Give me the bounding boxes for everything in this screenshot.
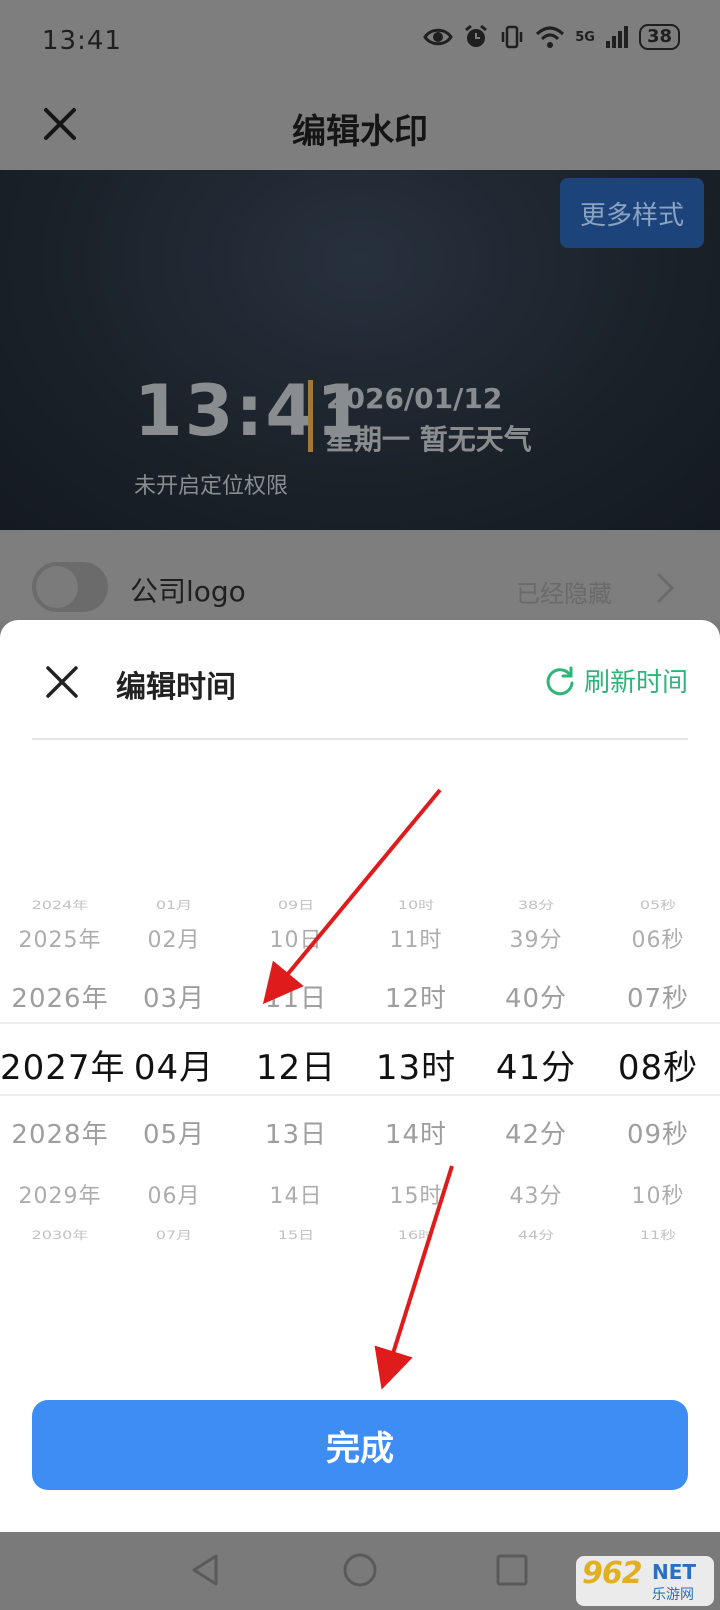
network-type: 5G [575,29,595,45]
chevron-right-icon [656,572,675,604]
picker-item[interactable]: 43分 [476,1178,596,1210]
picker-item[interactable]: 2029年 [0,1178,120,1210]
toggle-knob [36,566,78,608]
picker-item[interactable]: 11时 [356,922,476,954]
picker-item-selected[interactable]: 2027年 [0,1040,125,1089]
company-logo-toggle[interactable] [32,562,108,612]
picker-item[interactable]: 10日 [236,922,356,954]
picker-item[interactable]: 15时 [356,1178,476,1210]
sheet-divider [32,738,688,740]
picker-item[interactable]: 09日 [236,896,356,913]
refresh-icon [546,666,574,695]
picker-item[interactable]: 2025年 [0,922,120,954]
picker-item[interactable]: 14日 [236,1178,356,1210]
picker-item[interactable]: 44分 [476,1226,596,1243]
watermark-date: 2026/01/12 [326,382,503,415]
picker-item[interactable]: 11秒 [598,1226,718,1243]
navigation-bar: 962 NET 乐游网 [0,1532,720,1610]
watermark-day-weather: 星期一 暂无天气 [326,423,532,456]
home-icon[interactable] [340,1550,380,1590]
picker-item-selected[interactable]: 41分 [476,1040,596,1089]
picker-item[interactable]: 05月 [114,1114,234,1151]
back-icon[interactable] [186,1550,226,1590]
picker-item[interactable]: 16时 [356,1226,476,1243]
picker-item[interactable]: 2030年 [0,1226,120,1243]
datetime-picker[interactable]: 2024年 2025年 2026年 2027年 2028年 2029年 2030… [0,890,720,1250]
close-icon[interactable] [42,662,82,702]
recents-icon[interactable] [492,1550,532,1590]
company-logo-status: 已经隐藏 [516,580,612,608]
wifi-icon [536,26,565,48]
picker-item[interactable]: 06月 [114,1178,234,1210]
picker-item[interactable]: 13日 [236,1114,356,1151]
picker-item[interactable]: 11日 [236,978,356,1015]
picker-item[interactable]: 10时 [356,896,476,913]
picker-item[interactable]: 06秒 [598,922,718,954]
picker-item[interactable]: 10秒 [598,1178,718,1210]
signal-icon [605,26,628,48]
selection-line-bottom [0,1094,720,1096]
picker-item[interactable]: 15日 [236,1226,356,1243]
status-time: 13:41 [42,26,122,56]
vibrate-icon [501,25,523,49]
watermark-divider [308,380,313,452]
page-title: 编辑水印 [292,112,428,152]
picker-item[interactable]: 40分 [476,978,596,1015]
watermark-location: 未开启定位权限 [134,474,289,499]
picker-item[interactable]: 2024年 [0,896,120,913]
alarm-icon [465,24,488,47]
picker-item[interactable]: 07月 [114,1226,234,1243]
picker-item[interactable]: 2026年 [0,978,120,1015]
picker-item-selected[interactable]: 04月 [114,1040,234,1089]
site-watermark-logo: 962 NET 乐游网 [576,1556,714,1606]
edit-time-sheet: 编辑时间 刷新时间 2024年 2025年 2026年 2027年 2028年 … [0,620,720,1532]
status-bar: 13:41 5G 38 [0,0,720,84]
picker-item[interactable]: 05秒 [598,896,718,913]
battery-indicator: 38 [638,24,680,50]
picker-item-selected[interactable]: 12日 [236,1040,356,1089]
picker-item[interactable]: 03月 [114,978,234,1015]
watermark-logo-sub: 乐游网 [652,1587,694,1603]
selection-line-top [0,1022,720,1024]
picker-item[interactable]: 39分 [476,922,596,954]
picker-item[interactable]: 09秒 [598,1114,718,1151]
picker-item[interactable]: 12时 [356,978,476,1015]
sheet-title: 编辑时间 [116,670,236,705]
company-logo-row[interactable]: 公司logo 已经隐藏 [0,530,720,620]
picker-item[interactable]: 38分 [476,896,596,913]
picker-item-selected[interactable]: 08秒 [598,1040,718,1089]
picker-item[interactable]: 14时 [356,1114,476,1151]
eye-icon [423,28,454,46]
picker-item[interactable]: 2028年 [0,1114,120,1151]
status-icons: 5G 38 [423,24,680,50]
title-bar: 编辑水印 [0,84,720,170]
refresh-time-button[interactable]: 刷新时间 [544,662,688,699]
refresh-time-label: 刷新时间 [583,668,688,698]
picker-item[interactable]: 42分 [476,1114,596,1151]
watermark-logo-number: 962 [582,1556,643,1591]
more-styles-button[interactable]: 更多样式 [560,178,704,248]
picker-item[interactable]: 07秒 [598,978,718,1015]
picker-item-selected[interactable]: 13时 [356,1040,476,1089]
picker-item[interactable]: 01月 [114,896,234,913]
done-button[interactable]: 完成 [32,1400,688,1490]
watermark-logo-suffix: NET [652,1560,697,1584]
watermark-preview: 更多样式 13:41 2026/01/12 星期一 暂无天气 未开启定位权限 [0,170,720,530]
company-logo-label: 公司logo [130,575,246,608]
picker-item[interactable]: 02月 [114,922,234,954]
